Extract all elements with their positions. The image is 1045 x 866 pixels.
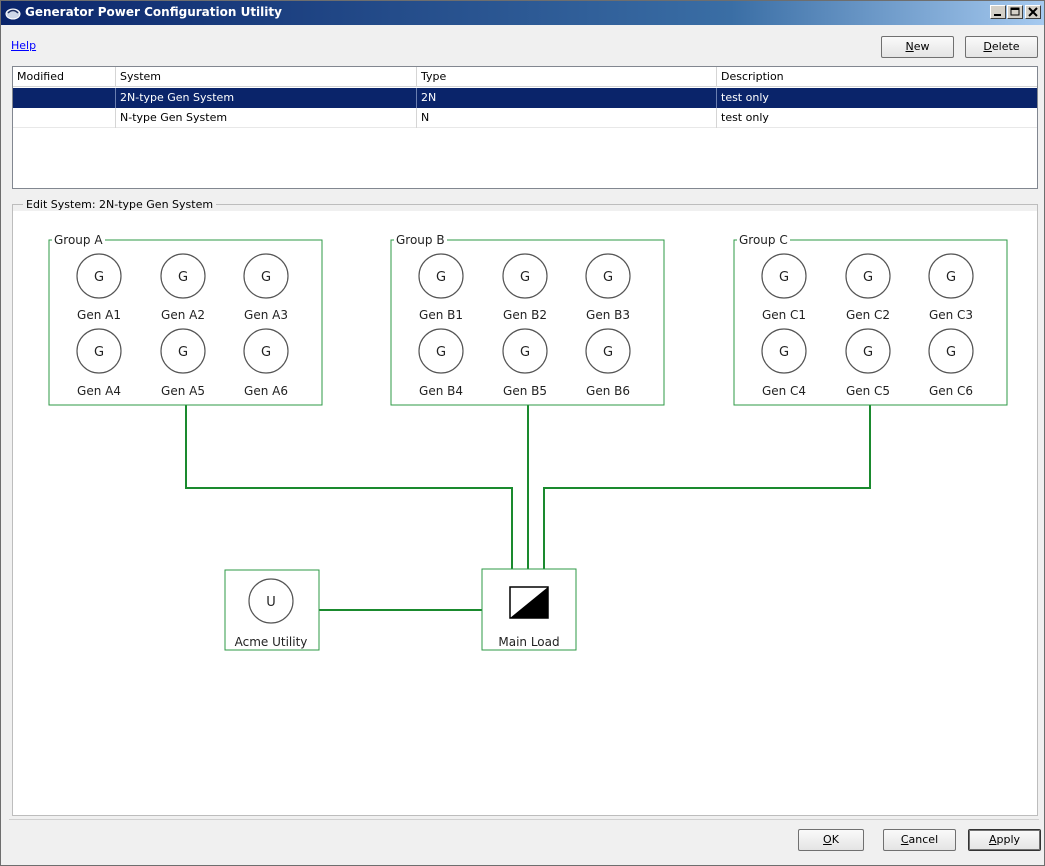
diagram-canvas[interactable]: Group A G Gen A1 G Gen A2 G Gen A3 G Gen A4 G Gen …: [13, 211, 1037, 815]
generator-label: Gen C1: [762, 308, 806, 322]
apply-button-rest: pply: [996, 833, 1021, 846]
cell-modified: [13, 88, 116, 108]
cell-system: N-type Gen System: [116, 108, 417, 128]
ok-button-accel: O: [823, 833, 832, 846]
generator-label: Gen C6: [929, 384, 973, 398]
generator-symbol: G: [520, 270, 530, 285]
generator-symbol: G: [603, 345, 613, 360]
new-button-accel: N: [905, 40, 914, 53]
cancel-button[interactable]: Cancel: [883, 829, 956, 851]
cell-modified: [13, 108, 116, 128]
connection-line: [185, 405, 513, 569]
system-diagram: Group A G Gen A1 G Gen A2 G Gen A3 G Gen A4 G Gen …: [48, 233, 1008, 651]
generator-label: Gen C3: [929, 308, 973, 322]
utility-symbol: U: [266, 595, 276, 610]
cell-system: 2N-type Gen System: [116, 88, 417, 108]
generator-symbol: G: [520, 345, 530, 360]
generator-label: Gen B6: [586, 384, 630, 398]
footer-divider: [9, 819, 1039, 820]
generator-symbol: G: [946, 345, 956, 360]
generator-label: Gen C4: [762, 384, 806, 398]
cell-description: test only: [721, 91, 769, 104]
generator-symbol: G: [779, 270, 789, 285]
close-icon: [1028, 7, 1038, 17]
generator-label: Gen A3: [244, 308, 288, 322]
delete-button-accel: D: [983, 40, 992, 53]
new-button-rest: ew: [913, 40, 930, 53]
generator-label: Gen A1: [77, 308, 121, 322]
maximize-button[interactable]: [1007, 5, 1023, 19]
generator-label: Gen B1: [419, 308, 463, 322]
maximize-icon: [1010, 7, 1020, 16]
table-row[interactable]: 2N-type Gen System 2N test only: [13, 88, 1037, 108]
generator-symbol: G: [779, 345, 789, 360]
generator-symbol: G: [436, 345, 446, 360]
generator-label: Gen C5: [846, 384, 890, 398]
minimize-button[interactable]: [990, 5, 1006, 19]
cell-description: test only: [721, 111, 769, 124]
cancel-button-rest: ancel: [908, 833, 939, 846]
generator-label: Gen C2: [846, 308, 890, 322]
delete-button-rest: elete: [991, 40, 1020, 53]
column-header-modified[interactable]: Modified: [13, 67, 116, 86]
delete-button[interactable]: Delete: [965, 36, 1038, 58]
edit-system-legend: Edit System: 2N-type Gen System: [23, 198, 217, 211]
generator-label: Gen B3: [586, 308, 630, 322]
generator-label: Gen A6: [244, 384, 288, 398]
generator-symbol: G: [946, 270, 956, 285]
cell-type: 2N: [417, 88, 717, 108]
load-label: Main Load: [498, 635, 559, 649]
column-header-type[interactable]: Type: [417, 67, 717, 86]
group-label: Group C: [739, 233, 788, 247]
app-window: Generator Power Configuration Utility He…: [0, 0, 1045, 866]
close-button[interactable]: [1025, 5, 1041, 19]
minimize-icon: [994, 14, 1001, 16]
column-header-description[interactable]: Description: [717, 67, 1037, 86]
generator-symbol: G: [178, 345, 188, 360]
generator-label: Gen A2: [161, 308, 205, 322]
systems-table[interactable]: Modified System Type Description 2N-type…: [12, 66, 1038, 189]
utility-label: Acme Utility: [235, 635, 308, 649]
generator-symbol: G: [436, 270, 446, 285]
apply-button-accel: A: [988, 833, 997, 846]
group-label: Group A: [54, 233, 103, 247]
window-title: Generator Power Configuration Utility: [25, 5, 282, 19]
group-label: Group B: [396, 233, 445, 247]
help-link[interactable]: Help: [11, 39, 36, 52]
table-header: Modified System Type Description: [13, 67, 1037, 87]
connection-line: [543, 405, 871, 569]
ok-button-rest: K: [831, 833, 839, 846]
generator-symbol: G: [261, 345, 271, 360]
cell-type: N: [417, 108, 717, 128]
cancel-button-accel: C: [900, 833, 909, 846]
table-row[interactable]: N-type Gen System N test only: [13, 108, 1037, 128]
column-header-system[interactable]: System: [116, 67, 417, 86]
ok-button[interactable]: OK: [798, 829, 864, 851]
generator-label: Gen A4: [77, 384, 121, 398]
generator-symbol: G: [94, 270, 104, 285]
generator-label: Gen B2: [503, 308, 547, 322]
generator-symbol: G: [603, 270, 613, 285]
generator-symbol: G: [94, 345, 104, 360]
generator-symbol: G: [261, 270, 271, 285]
app-icon: [5, 8, 21, 20]
generator-label: Gen A5: [161, 384, 205, 398]
new-button[interactable]: New: [881, 36, 954, 58]
generator-symbol: G: [178, 270, 188, 285]
generator-symbol: G: [863, 270, 873, 285]
apply-button[interactable]: Apply: [968, 829, 1041, 851]
title-bar[interactable]: Generator Power Configuration Utility: [1, 1, 1044, 25]
generator-label: Gen B5: [503, 384, 547, 398]
generator-symbol: G: [863, 345, 873, 360]
generator-label: Gen B4: [419, 384, 463, 398]
